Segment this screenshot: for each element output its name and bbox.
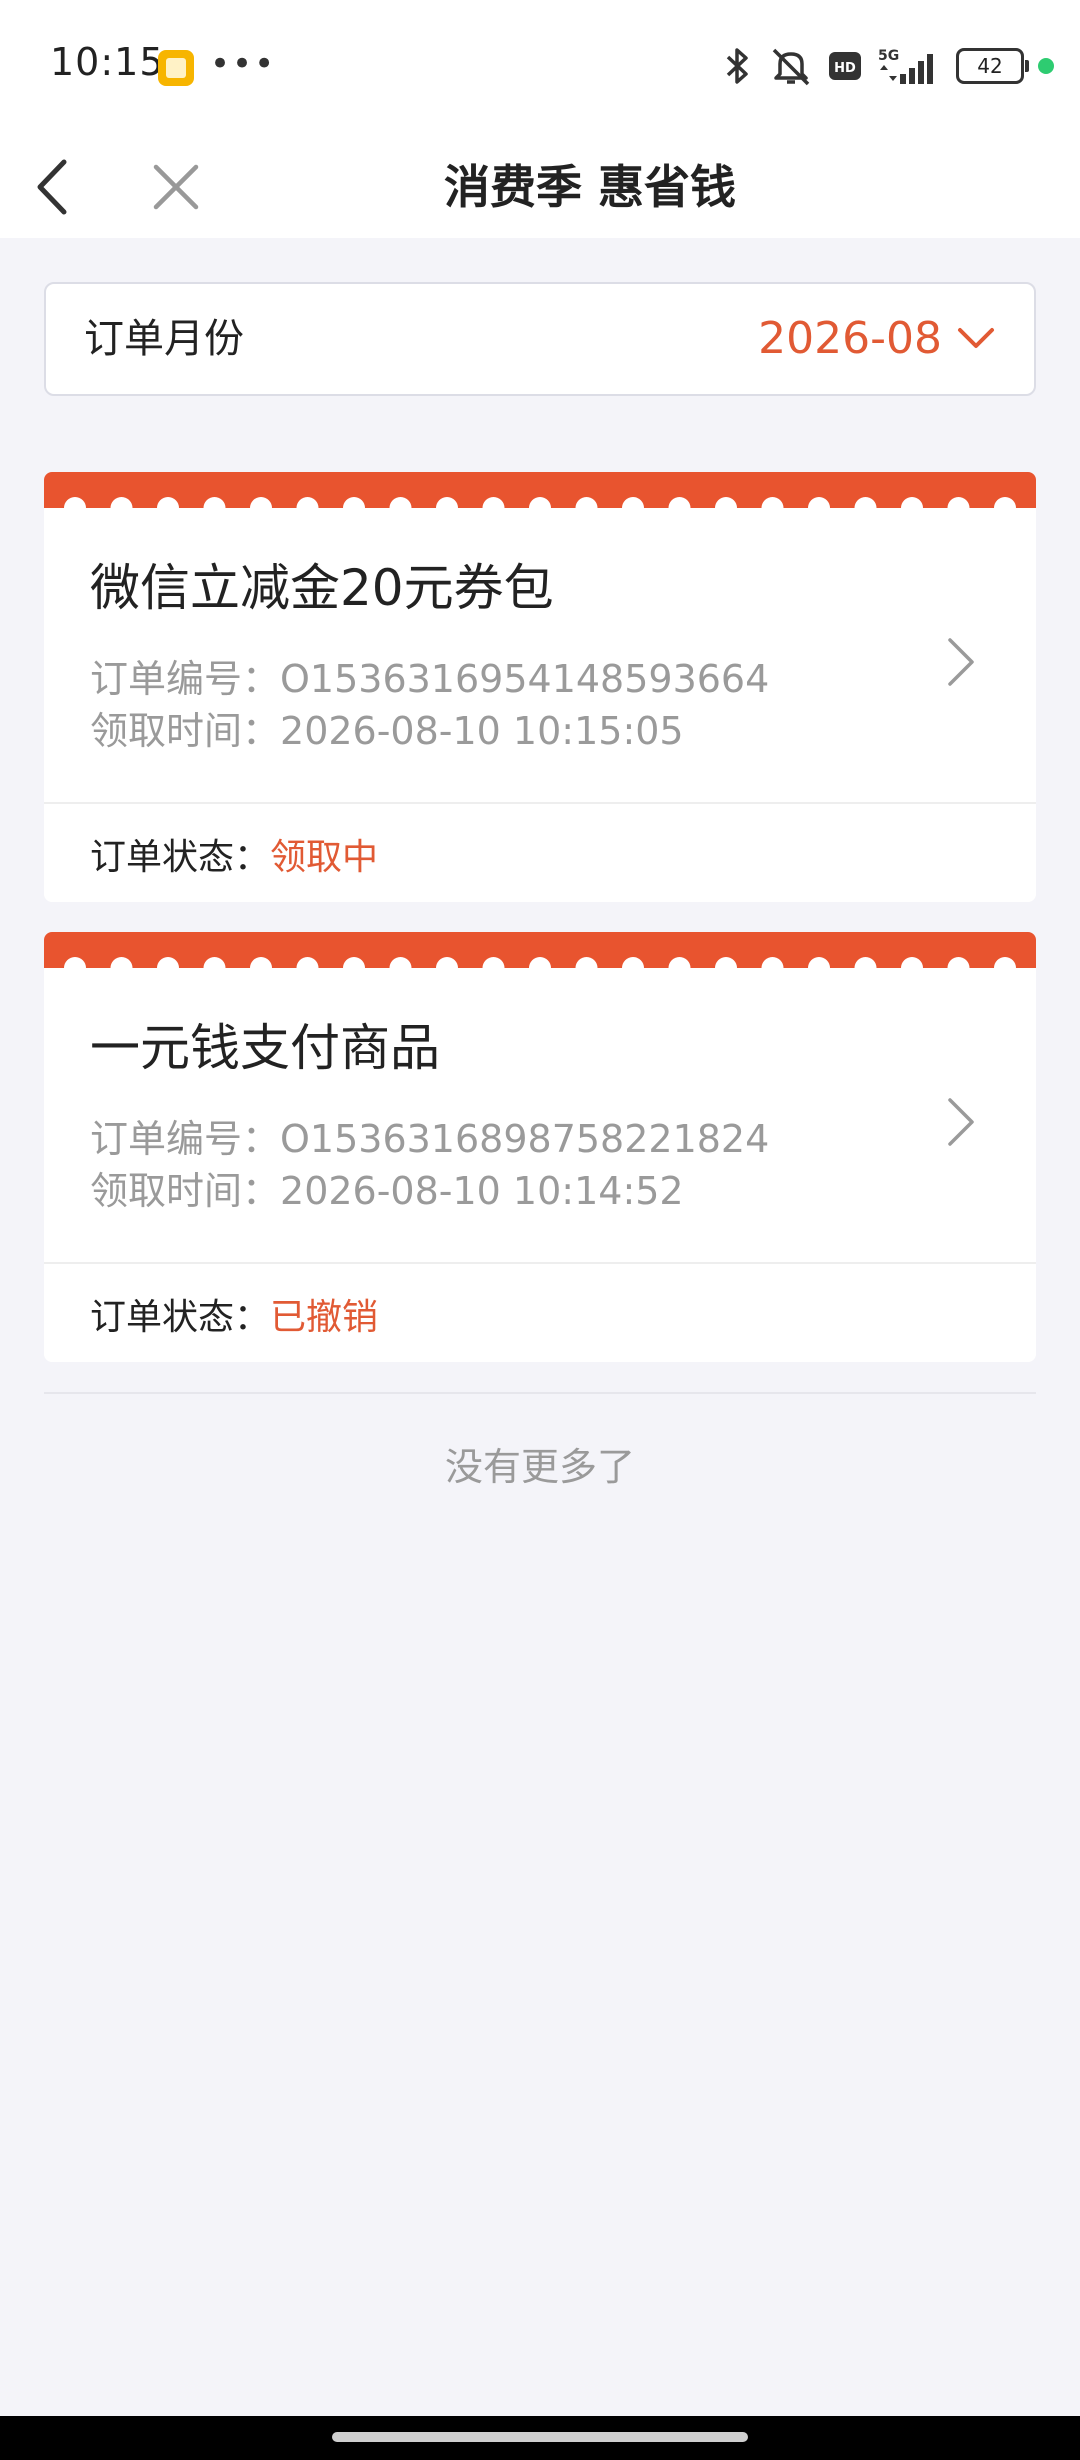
month-selector[interactable]: 订单月份 2026-08	[44, 282, 1036, 396]
ticket-banner	[44, 932, 1036, 968]
month-label: 订单月份	[84, 316, 244, 362]
order-title: 一元钱支付商品	[90, 1019, 440, 1077]
battery-icon: 42	[956, 48, 1029, 84]
order-number-row: 订单编号：O1536316898758221824	[90, 1108, 769, 1163]
order-title: 微信立减金20元券包	[90, 559, 554, 617]
chevron-down-icon[interactable]	[956, 322, 996, 356]
claim-time-row: 领取时间：2026-08-10 10:14:52	[90, 1160, 684, 1215]
card-divider	[44, 1262, 1036, 1264]
nav-bar: 消费季 惠省钱	[0, 136, 1080, 238]
network-type-label: 5G	[878, 48, 899, 64]
month-value[interactable]: 2026-08	[758, 284, 942, 394]
order-status-value: 已撤销	[270, 1297, 379, 1338]
claim-time-value: 2026-08-10 10:14:52	[280, 1169, 684, 1213]
status-bar: 10:15 ••• HD 5G 42	[0, 0, 1080, 136]
list-divider	[44, 1392, 1036, 1394]
mute-bell-icon	[772, 48, 810, 86]
signal-5g-icon: 5G	[878, 48, 933, 84]
chevron-right-icon[interactable]	[940, 1092, 980, 1152]
hd-badge-icon: HD	[829, 52, 861, 80]
claim-time-value: 2026-08-10 10:15:05	[280, 709, 684, 753]
more-notifications-icon: •••	[210, 44, 277, 84]
order-number-row: 订单编号：O1536316954148593664	[90, 648, 769, 703]
gallery-app-icon	[158, 50, 194, 86]
hd-badge-text: HD	[834, 61, 856, 76]
status-icons: HD 5G 42	[720, 44, 1054, 88]
order-status-label: 订单状态：	[90, 1297, 271, 1338]
order-status-row: 订单状态：已撤销	[90, 1288, 378, 1340]
order-status-label: 订单状态：	[90, 837, 271, 878]
claim-time-row: 领取时间：2026-08-10 10:15:05	[90, 700, 684, 755]
status-time: 10:15	[50, 40, 165, 84]
home-indicator[interactable]	[332, 2432, 748, 2442]
order-number-label: 订单编号：	[90, 657, 281, 701]
privacy-indicator-dot	[1038, 58, 1054, 74]
order-number-value: O1536316898758221824	[280, 1117, 770, 1161]
order-number-label: 订单编号：	[90, 1117, 281, 1161]
ticket-banner	[44, 472, 1036, 508]
order-card[interactable]: 一元钱支付商品 订单编号：O1536316898758221824 领取时间：2…	[44, 932, 1036, 1362]
bluetooth-icon	[726, 48, 748, 84]
no-more-text: 没有更多了	[444, 1445, 635, 1489]
order-card[interactable]: 微信立减金20元券包 订单编号：O1536316954148593664 领取时…	[44, 472, 1036, 902]
claim-time-label: 领取时间：	[90, 1169, 281, 1213]
order-status-value: 领取中	[270, 837, 379, 878]
chevron-right-icon[interactable]	[940, 632, 980, 692]
claim-time-label: 领取时间：	[90, 709, 281, 753]
order-number-value: O1536316954148593664	[280, 657, 770, 701]
page-title: 消费季 惠省钱	[443, 160, 736, 214]
card-divider	[44, 802, 1036, 804]
order-status-row: 订单状态：领取中	[90, 828, 378, 880]
